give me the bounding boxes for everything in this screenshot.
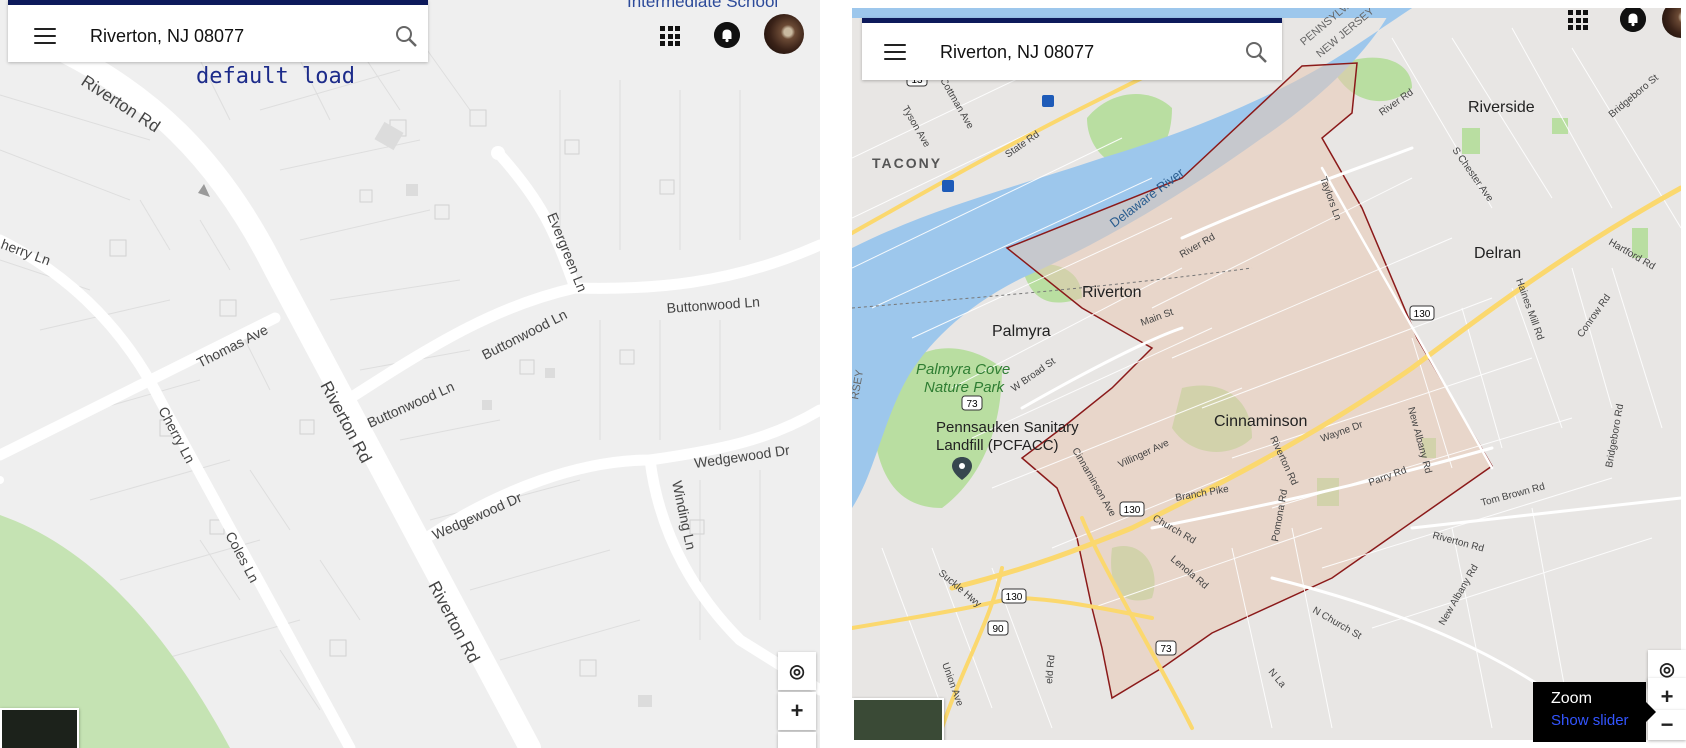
default-map-view[interactable]: Riverton Rd Riverton Rd Riverton Rd herr… xyxy=(0,0,820,748)
shield-130-b: 130 xyxy=(1409,305,1435,321)
label-riverton-rd-se: Riverton Rd xyxy=(1431,530,1485,554)
label-pennsauken-1: Pennsauken Sanitary xyxy=(936,419,1079,436)
annotation-default-load: default load xyxy=(196,64,355,89)
label-delran: Delran xyxy=(1474,245,1521,262)
svg-text:90: 90 xyxy=(992,624,1004,635)
pin-center xyxy=(959,463,965,469)
label-riverside: Riverside xyxy=(1468,99,1535,116)
zoom-out-button[interactable]: − xyxy=(778,732,816,748)
notifications-bell-icon[interactable] xyxy=(714,22,740,48)
minus-icon: − xyxy=(791,738,804,748)
street-map-canvas[interactable]: Riverton Rd Riverton Rd Riverton Rd herr… xyxy=(0,0,820,748)
plus-icon: + xyxy=(1660,684,1674,709)
user-avatar[interactable] xyxy=(764,14,804,54)
label-pennsauken-2: Landfill (PCFACC) xyxy=(936,437,1059,454)
zoomed-out-map-view[interactable]: HOLMESBURG TACONY Riverton Palmyra Cinna… xyxy=(852,8,1681,740)
poi-label-intermediate-school[interactable]: Intermediate School xyxy=(627,0,778,12)
train-station-icon-2 xyxy=(942,180,954,192)
train-station-icon xyxy=(1042,95,1054,107)
label-thomas-ave: Thomas Ave xyxy=(194,321,271,371)
search-bar-accent xyxy=(862,18,1282,23)
label-tom-brown-rd: Tom Brown Rd xyxy=(1480,481,1546,509)
left-search-bar: Riverton, NJ 08077 xyxy=(8,0,428,62)
search-icon[interactable] xyxy=(1244,40,1268,64)
search-query-text[interactable]: Riverton, NJ 08077 xyxy=(940,42,1094,63)
label-palmyra: Palmyra xyxy=(992,323,1051,340)
label-tyson-ave: Tyson Ave xyxy=(899,104,932,150)
apps-grid-icon[interactable] xyxy=(1568,10,1588,30)
crosshair-icon: ◎ xyxy=(789,660,805,681)
svg-text:73: 73 xyxy=(966,399,978,410)
label-cinnaminson: Cinnaminson xyxy=(1214,413,1307,430)
label-cherry-ln: Cherry Ln xyxy=(155,404,198,466)
label-haines-mill-rd: Haines Mill Rd xyxy=(1513,277,1545,341)
shield-73-a: 73 xyxy=(961,395,983,411)
shield-73-b: 73 xyxy=(1155,640,1177,656)
label-field-rd: eld Rd xyxy=(1044,655,1057,685)
show-slider-link[interactable]: Show slider xyxy=(1551,712,1646,729)
search-icon[interactable] xyxy=(394,24,418,48)
shield-130-a: 130 xyxy=(1119,501,1145,517)
label-bridgeboro-rd: Bridgeboro Rd xyxy=(1604,403,1626,468)
svg-text:73: 73 xyxy=(1160,644,1172,655)
right-search-bar: Riverton, NJ 08077 xyxy=(862,18,1282,80)
label-hartford-rd: Hartford Rd xyxy=(1607,237,1657,272)
search-bar-accent xyxy=(8,0,428,5)
tooltip-arrow xyxy=(1646,702,1656,722)
zoom-in-button[interactable]: + xyxy=(778,692,816,730)
label-w-broad-st: W Broad St xyxy=(1009,356,1057,394)
hamburger-menu-icon[interactable] xyxy=(884,44,906,60)
satellite-layer-thumbnail[interactable] xyxy=(0,708,79,748)
zoom-tooltip: Zoom Show slider xyxy=(1533,682,1656,742)
hamburger-menu-icon[interactable] xyxy=(34,28,56,44)
label-suckle-hwy: Suckle Hwy xyxy=(936,568,983,610)
svg-text:130: 130 xyxy=(1124,505,1141,516)
label-tacony: TACONY xyxy=(872,155,942,171)
shield-90: 90 xyxy=(987,620,1009,636)
label-cottman-ave: Cottman Ave xyxy=(937,76,975,131)
label-n-church-st: N Church St xyxy=(1311,605,1364,642)
label-palmyra-cove-1: Palmyra Cove xyxy=(916,361,1010,378)
cul-de-sac xyxy=(491,146,505,160)
plus-icon: + xyxy=(790,698,804,723)
label-cherry-ln-top: herry Ln xyxy=(0,236,53,269)
svg-text:130: 130 xyxy=(1414,309,1431,320)
minus-icon: − xyxy=(1660,712,1674,737)
apps-grid-icon[interactable] xyxy=(660,26,680,46)
one-way-arrow xyxy=(198,184,210,197)
satellite-layer-thumbnail[interactable] xyxy=(852,698,944,740)
label-palmyra-cove-2: Nature Park xyxy=(924,379,1006,396)
label-s-chester-ave: S Chester Ave xyxy=(1450,145,1496,204)
crosshair-icon: ◎ xyxy=(1659,658,1675,679)
label-buttonwood-ln-east: Buttonwood Ln xyxy=(666,294,760,316)
shield-130-c: 130 xyxy=(1001,588,1027,604)
zoom-tooltip-title: Zoom xyxy=(1551,690,1592,707)
building-fills xyxy=(374,121,652,707)
my-location-button[interactable]: ◎ xyxy=(778,652,816,690)
search-query-text[interactable]: Riverton, NJ 08077 xyxy=(90,26,244,47)
label-n-la: N La xyxy=(1266,667,1288,691)
region-map-canvas[interactable]: HOLMESBURG TACONY Riverton Palmyra Cinna… xyxy=(852,8,1681,740)
svg-text:130: 130 xyxy=(1006,592,1023,603)
label-bridgeboro-st: Bridgeboro St xyxy=(1607,72,1661,120)
label-riverton: Riverton xyxy=(1082,284,1142,301)
label-coles-ln: Coles Ln xyxy=(222,529,262,585)
